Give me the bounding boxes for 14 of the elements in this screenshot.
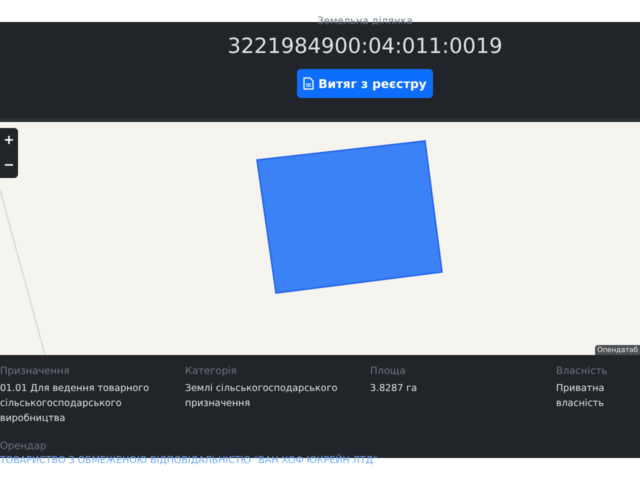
detail-label: Категорія	[185, 365, 238, 378]
detail-label: Власність	[556, 365, 608, 378]
pdf-file-icon	[303, 77, 314, 90]
detail-label: Площа	[370, 365, 407, 378]
detail-label: Призначення	[0, 365, 71, 378]
detail-value: Землі сільськогосподарського призначення	[185, 382, 338, 411]
detail-value: 01.01 Для ведення товарного сільськогосподарського виробництва	[0, 382, 150, 426]
land-parcel-polygon[interactable]	[256, 140, 444, 295]
cadastral-number: 3221984900:04:011:0019	[227, 33, 503, 59]
detail-value: Приватна власність	[556, 382, 606, 411]
tenant-label: Орендар	[0, 440, 48, 453]
detail-value: 3.8287 га	[370, 382, 418, 396]
extract-button[interactable]: Витяг з реєстру	[297, 69, 433, 98]
header-label: Земельна ділянка	[317, 17, 413, 27]
